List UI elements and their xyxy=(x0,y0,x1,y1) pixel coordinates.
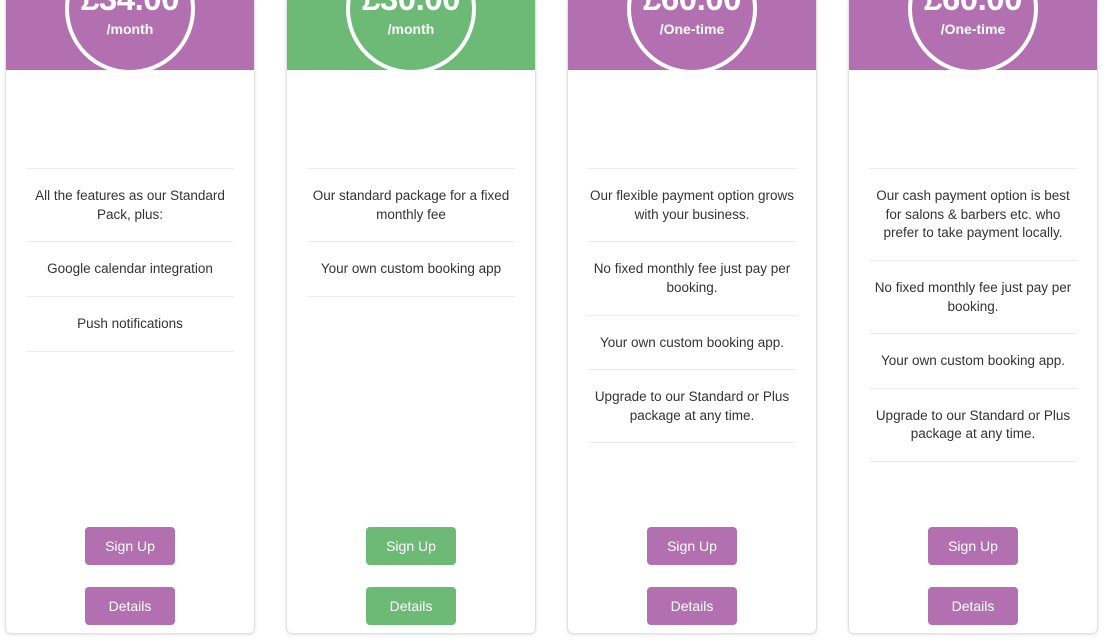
details-button[interactable]: Details xyxy=(647,587,737,625)
feature-item: Google calendar integration xyxy=(26,242,234,297)
price-period: /month xyxy=(387,21,435,37)
card-body: Our cash payment option is best for salo… xyxy=(849,70,1097,633)
pricing-card-standard-package: £30.00/month Our standard package for a f… xyxy=(286,0,536,634)
card-actions: Sign Up Details xyxy=(307,527,515,633)
feature-list: Our flexible payment option grows with y… xyxy=(588,168,796,444)
feature-list: Our standard package for a fixed monthly… xyxy=(307,168,515,297)
feature-item: Your own custom booking app. xyxy=(869,334,1077,389)
pricing-card-cash-payment-package: £60.00/One-time Our cash payment option i… xyxy=(848,0,1098,634)
price-circle: £30.00/month xyxy=(346,0,476,74)
card-actions: Sign Up Details xyxy=(869,527,1077,633)
pricing-plan-grid: £34.00/month All the features as our Stan… xyxy=(0,0,1108,640)
price-period: /One-time xyxy=(940,21,1006,37)
price-circle: £60.00/One-time xyxy=(908,0,1038,74)
price-period: /One-time xyxy=(659,21,725,37)
card-actions: Sign Up Details xyxy=(26,527,234,633)
card-body: Our standard package for a fixed monthly… xyxy=(287,70,535,633)
feature-item: Our cash payment option is best for salo… xyxy=(869,168,1077,261)
feature-item: Our standard package for a fixed monthly… xyxy=(307,168,515,243)
feature-item: Upgrade to our Standard or Plus package … xyxy=(588,370,796,444)
card-header-band: £60.00/One-time xyxy=(568,0,816,74)
feature-item: Your own custom booking app. xyxy=(588,316,796,371)
feature-item: No fixed monthly fee just pay per bookin… xyxy=(869,261,1077,335)
pricing-card-plus-package: £34.00/month All the features as our Stan… xyxy=(5,0,255,634)
price-amount: £34.00 xyxy=(81,0,179,15)
feature-list: All the features as our Standard Pack, p… xyxy=(26,168,234,352)
sign-up-button[interactable]: Sign Up xyxy=(647,527,737,565)
price-circle: £60.00/One-time xyxy=(627,0,757,74)
feature-item: All the features as our Standard Pack, p… xyxy=(26,168,234,243)
card-body: Our flexible payment option grows with y… xyxy=(568,70,816,633)
feature-item: Upgrade to our Standard or Plus package … xyxy=(869,389,1077,462)
feature-item: Push notifications xyxy=(26,297,234,352)
price-amount: £60.00 xyxy=(924,0,1022,15)
price-amount: £30.00 xyxy=(362,0,460,15)
feature-list: Our cash payment option is best for salo… xyxy=(869,168,1077,462)
sign-up-button[interactable]: Sign Up xyxy=(85,527,175,565)
sign-up-button[interactable]: Sign Up xyxy=(928,527,1018,565)
details-button[interactable]: Details xyxy=(366,587,456,625)
card-body: All the features as our Standard Pack, p… xyxy=(6,70,254,633)
card-header-band: £30.00/month xyxy=(287,0,535,74)
card-header-band: £34.00/month xyxy=(6,0,254,74)
pricing-card-pay-per-booking-package: £60.00/One-time Our flexible payment opti… xyxy=(567,0,817,634)
price-amount: £60.00 xyxy=(643,0,741,15)
feature-item: Your own custom booking app xyxy=(307,242,515,297)
feature-item: Our flexible payment option grows with y… xyxy=(588,168,796,243)
sign-up-button[interactable]: Sign Up xyxy=(366,527,456,565)
price-circle: £34.00/month xyxy=(65,0,195,74)
details-button[interactable]: Details xyxy=(928,587,1018,625)
card-actions: Sign Up Details xyxy=(588,527,796,633)
feature-item: No fixed monthly fee just pay per bookin… xyxy=(588,242,796,316)
price-period: /month xyxy=(106,21,154,37)
card-header-band: £60.00/One-time xyxy=(849,0,1097,74)
details-button[interactable]: Details xyxy=(85,587,175,625)
